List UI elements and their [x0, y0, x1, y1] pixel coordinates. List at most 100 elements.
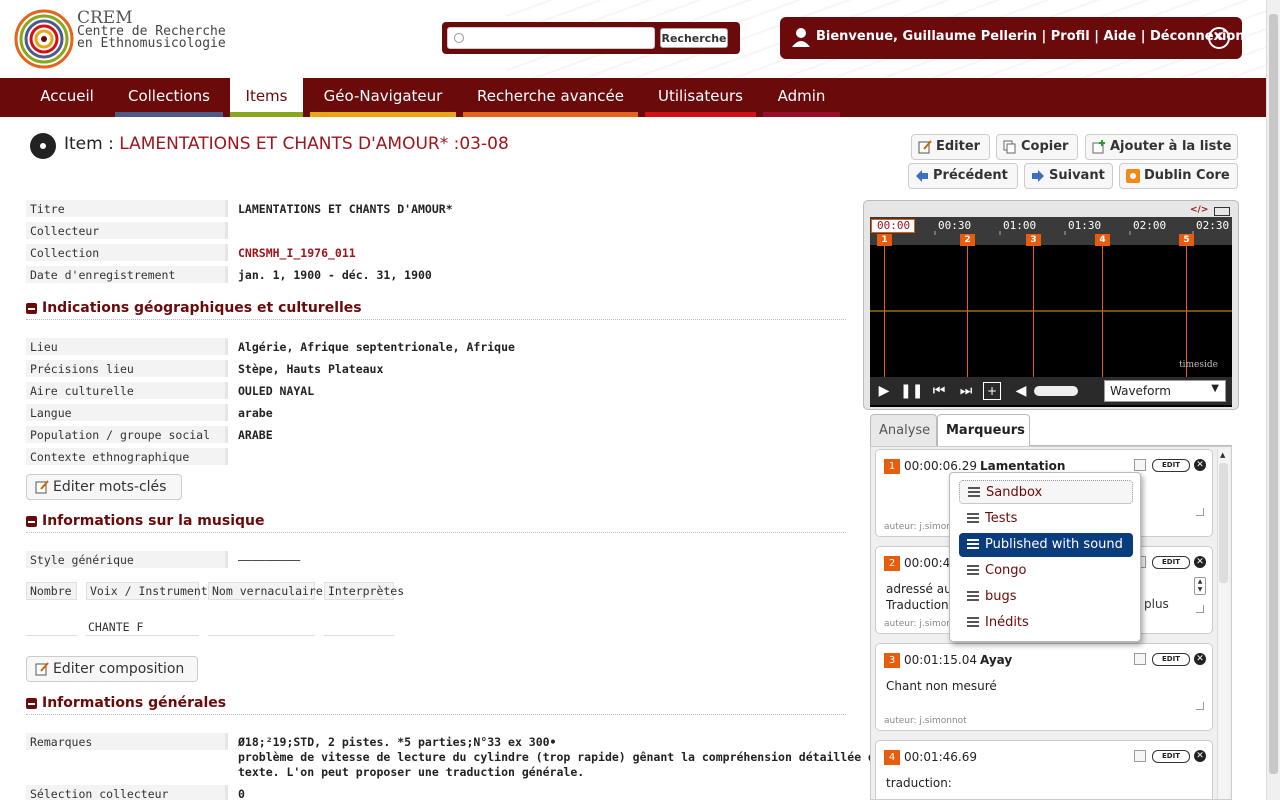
- logout-link[interactable]: Déconnexion: [1150, 29, 1245, 44]
- nav-geo-navigateur[interactable]: Géo-Navigateur: [310, 78, 456, 117]
- waveform-view[interactable]: 00:00 00:30 01:00 01:30 02:00 02:30 1 2 …: [870, 217, 1232, 407]
- spinner-icon[interactable]: ▲ ▼: [1194, 577, 1206, 595]
- field-label: Collecteur: [26, 222, 228, 239]
- scroll-thumb[interactable]: [1219, 463, 1228, 583]
- add-to-list-button[interactable]: Ajouter à la liste: [1085, 134, 1238, 160]
- edit-button[interactable]: Editer: [911, 134, 990, 160]
- playlist-item-inedits[interactable]: Inédits: [959, 611, 1133, 635]
- playlist-item-tests[interactable]: Tests: [959, 507, 1133, 531]
- pause-icon[interactable]: ❚❚: [900, 380, 923, 402]
- playlist-item-bugs[interactable]: bugs: [959, 585, 1133, 609]
- nav-collections[interactable]: Collections: [115, 78, 223, 117]
- volume-slider[interactable]: [1034, 386, 1078, 396]
- skip-back-icon[interactable]: ⏮: [928, 380, 950, 402]
- section-geo[interactable]: Indications géographiques et culturelles: [26, 300, 846, 320]
- search-input[interactable]: [447, 27, 655, 49]
- add-to-list-icon[interactable]: [1134, 653, 1146, 665]
- collection-link[interactable]: CNRSMH_I_1976_011: [238, 246, 356, 260]
- field-aire-culturelle: Aire culturelle OULED NAYAL: [26, 382, 856, 400]
- list-icon: [967, 513, 979, 523]
- close-icon[interactable]: ✕: [1194, 750, 1206, 762]
- logo-line2: en Ethnomusicologie: [77, 36, 226, 51]
- previous-button[interactable]: Précédent: [908, 163, 1018, 189]
- marker-flag[interactable]: 1: [877, 234, 892, 246]
- field-value: Algérie, Afrique septentrionale, Afrique: [238, 340, 515, 354]
- playlist-item-published[interactable]: Published with sound: [959, 533, 1133, 557]
- collapse-icon[interactable]: [26, 516, 37, 527]
- next-button[interactable]: Suivant: [1024, 163, 1113, 189]
- resize-handle-icon[interactable]: [1196, 605, 1204, 613]
- marker-edit-button[interactable]: EDIT: [1152, 653, 1190, 666]
- page-scroll-thumb[interactable]: [1269, 14, 1278, 774]
- collapse-icon[interactable]: [26, 698, 37, 709]
- copy-button[interactable]: Copier: [996, 134, 1078, 160]
- marker-card: 3 00:01:15.04 Ayay EDIT ✕ Chant non mesu…: [875, 643, 1213, 731]
- marker-time[interactable]: 00:01:15.04: [904, 653, 977, 667]
- volume-icon[interactable]: ◀: [1010, 380, 1032, 402]
- profile-link[interactable]: Profil: [1051, 29, 1090, 44]
- nav-accueil[interactable]: Accueil: [27, 78, 107, 117]
- marker-flag[interactable]: 2: [960, 234, 975, 246]
- watermark-text: timeside: [1179, 360, 1218, 370]
- marker-flag[interactable]: 4: [1095, 234, 1110, 246]
- logout-close-icon[interactable]: ✕: [1208, 27, 1230, 49]
- logo-text[interactable]: CREM Centre de Recherche en Ethnomusicol…: [77, 10, 226, 51]
- search-button[interactable]: Recherche: [660, 28, 728, 48]
- field-date: Date d'enregistrement jan. 1, 1900 - déc.…: [26, 266, 856, 284]
- crem-logo-icon[interactable]: [14, 9, 74, 69]
- edit-keywords-button[interactable]: Editer mots-clés: [26, 474, 182, 500]
- nav-utilisateurs[interactable]: Utilisateurs: [645, 78, 756, 117]
- tab-marqueurs[interactable]: Marqueurs: [937, 414, 1030, 447]
- page-scrollbar[interactable]: [1266, 0, 1280, 800]
- edit-composition-button[interactable]: Editer composition: [26, 656, 198, 682]
- cell-nombre: [26, 620, 77, 636]
- field-value: Stèpe, Hauts Plateaux: [238, 362, 384, 376]
- nav-label: Collections: [127, 87, 210, 105]
- resize-handle-icon[interactable]: [1196, 508, 1204, 516]
- close-icon[interactable]: ✕: [1194, 653, 1206, 665]
- field-collecteur: Collecteur: [26, 222, 856, 240]
- resize-handle-icon[interactable]: [1196, 702, 1204, 710]
- playlist-item-sandbox[interactable]: Sandbox: [959, 480, 1133, 504]
- add-to-list-icon[interactable]: [1134, 459, 1146, 471]
- scroll-up-icon[interactable]: ▲: [1220, 451, 1225, 459]
- disc-icon: [30, 133, 56, 159]
- marker-flag[interactable]: 5: [1179, 234, 1194, 246]
- marker-edit-button[interactable]: EDIT: [1152, 556, 1190, 569]
- add-to-list-icon[interactable]: [1134, 750, 1146, 762]
- marker-flag[interactable]: 3: [1026, 234, 1041, 246]
- view-select[interactable]: Waveform ▼: [1104, 380, 1226, 402]
- marker-description-tail: plus: [1144, 597, 1169, 611]
- view-select-value: Waveform: [1110, 384, 1171, 398]
- add-marker-icon[interactable]: +: [983, 382, 1001, 400]
- close-icon[interactable]: ✕: [1194, 556, 1206, 568]
- markers-scrollbar[interactable]: ▲: [1217, 449, 1229, 799]
- nav-admin[interactable]: Admin: [763, 78, 840, 117]
- time-ruler[interactable]: 00:00 00:30 01:00 01:30 02:00 02:30: [870, 217, 1232, 245]
- marker-time[interactable]: 00:01:46.69: [904, 750, 977, 764]
- marker-line: [1033, 246, 1034, 377]
- field-label: Titre: [26, 200, 228, 217]
- dublin-core-button[interactable]: Dublin Core: [1119, 163, 1238, 189]
- section-general[interactable]: Informations générales: [26, 695, 846, 715]
- skip-forward-icon[interactable]: ⏭: [955, 380, 977, 402]
- tab-analyse[interactable]: Analyse: [870, 414, 937, 446]
- play-icon[interactable]: ▶: [873, 380, 895, 402]
- marker-edit-button[interactable]: EDIT: [1152, 459, 1190, 472]
- nav-items[interactable]: Items: [230, 78, 303, 117]
- marker-edit-button[interactable]: EDIT: [1152, 750, 1190, 763]
- nav-recherche-avancee[interactable]: Recherche avancée: [463, 78, 638, 117]
- marker-time[interactable]: 00:00:06.29: [904, 459, 977, 473]
- close-icon[interactable]: ✕: [1194, 459, 1206, 471]
- playlist-item-congo[interactable]: Congo: [959, 559, 1133, 583]
- remarks-line: texte. L'on peut proposer une traduction…: [238, 765, 585, 779]
- edit-composition-label: Editer composition: [53, 661, 185, 677]
- fullscreen-icon[interactable]: [1214, 207, 1230, 216]
- section-music[interactable]: Informations sur la musique: [26, 513, 846, 533]
- embed-code-icon[interactable]: </>: [1190, 205, 1208, 215]
- help-link[interactable]: Aide: [1104, 29, 1137, 44]
- col-nom-vernaculaire: Nom vernaculaire: [208, 582, 323, 600]
- field-label: Date d'enregistrement: [26, 266, 228, 283]
- playlist-label: Sandbox: [986, 485, 1043, 500]
- collapse-icon[interactable]: [26, 303, 37, 314]
